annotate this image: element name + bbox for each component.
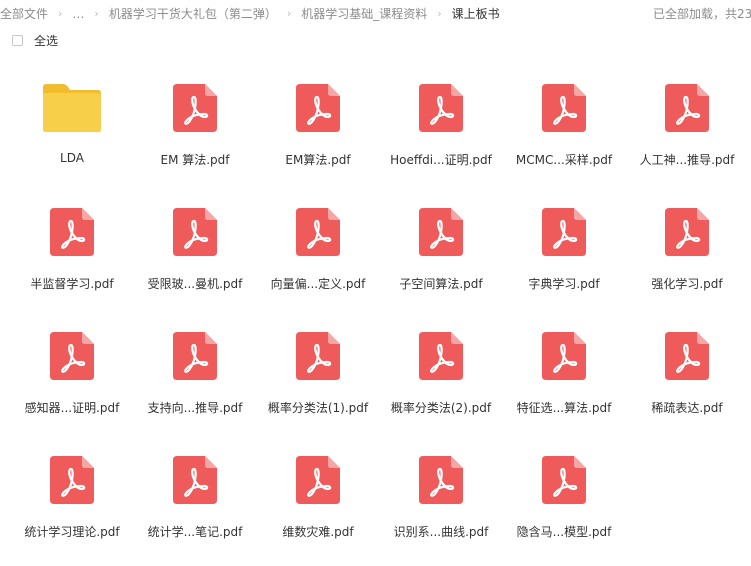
file-name: 稀疏表达.pdf xyxy=(651,401,723,415)
file-name: Hoeffdi...证明.pdf xyxy=(390,153,492,167)
file-item[interactable]: 隐含马...模型.pdf xyxy=(505,456,623,566)
pdf-file-icon xyxy=(665,208,709,256)
file-name: LDA xyxy=(60,151,84,165)
file-item[interactable]: 半监督学习.pdf xyxy=(13,208,131,318)
pdf-file-icon xyxy=(542,208,586,256)
pdf-file-icon xyxy=(665,84,709,132)
file-item[interactable]: 概率分类法(2).pdf xyxy=(382,332,500,442)
file-item[interactable]: 向量偏...定义.pdf xyxy=(259,208,377,318)
file-name: EM算法.pdf xyxy=(285,153,351,167)
file-item[interactable]: 受限玻...曼机.pdf xyxy=(136,208,254,318)
pdf-file-icon xyxy=(173,208,217,256)
file-item[interactable]: 子空间算法.pdf xyxy=(382,208,500,318)
file-item[interactable]: 统计学...笔记.pdf xyxy=(136,456,254,566)
pdf-file-icon xyxy=(296,456,340,504)
file-grid: LDA EM 算法.pdf EM算法.pdf Hoeffdi...证明.pdf … xyxy=(0,0,751,566)
file-name: MCMC...采样.pdf xyxy=(515,153,613,167)
file-name: 字典学习.pdf xyxy=(528,277,600,291)
file-name: 隐含马...模型.pdf xyxy=(516,525,612,539)
pdf-file-icon xyxy=(542,456,586,504)
file-item[interactable]: 支持向...推导.pdf xyxy=(136,332,254,442)
pdf-file-icon xyxy=(419,208,463,256)
file-name: 识别系...曲线.pdf xyxy=(393,525,489,539)
file-item[interactable]: 强化学习.pdf xyxy=(628,208,746,318)
file-name: 半监督学习.pdf xyxy=(30,277,114,291)
file-item[interactable]: Hoeffdi...证明.pdf xyxy=(382,84,500,194)
file-name: 受限玻...曼机.pdf xyxy=(147,277,243,291)
pdf-file-icon xyxy=(296,332,340,380)
file-item[interactable]: 特征选...算法.pdf xyxy=(505,332,623,442)
pdf-file-icon xyxy=(173,84,217,132)
file-name: 子空间算法.pdf xyxy=(399,277,483,291)
file-name: 统计学习理论.pdf xyxy=(24,525,120,539)
pdf-file-icon xyxy=(419,456,463,504)
file-name: 统计学...笔记.pdf xyxy=(147,525,243,539)
file-name: 特征选...算法.pdf xyxy=(516,401,612,415)
file-name: 感知器...证明.pdf xyxy=(24,401,120,415)
file-name: EM 算法.pdf xyxy=(160,153,230,167)
file-name: 向量偏...定义.pdf xyxy=(270,277,366,291)
file-item[interactable]: 人工神...推导.pdf xyxy=(628,84,746,194)
pdf-file-icon xyxy=(50,208,94,256)
file-name: 维数灾难.pdf xyxy=(282,525,354,539)
file-item[interactable]: 感知器...证明.pdf xyxy=(13,332,131,442)
file-name: 支持向...推导.pdf xyxy=(147,401,243,415)
pdf-file-icon xyxy=(665,332,709,380)
file-item[interactable]: 统计学习理论.pdf xyxy=(13,456,131,566)
pdf-file-icon xyxy=(296,84,340,132)
pdf-file-icon xyxy=(173,456,217,504)
file-item[interactable]: 概率分类法(1).pdf xyxy=(259,332,377,442)
pdf-file-icon xyxy=(419,332,463,380)
folder-item[interactable]: LDA xyxy=(13,84,131,194)
file-item[interactable]: EM算法.pdf xyxy=(259,84,377,194)
file-item[interactable]: 维数灾难.pdf xyxy=(259,456,377,566)
file-name: 概率分类法(2).pdf xyxy=(390,401,492,415)
pdf-file-icon xyxy=(419,84,463,132)
file-item[interactable]: EM 算法.pdf xyxy=(136,84,254,194)
file-item[interactable]: 识别系...曲线.pdf xyxy=(382,456,500,566)
pdf-file-icon xyxy=(50,456,94,504)
file-item[interactable]: 稀疏表达.pdf xyxy=(628,332,746,442)
folder-icon xyxy=(43,84,101,132)
pdf-file-icon xyxy=(296,208,340,256)
file-name: 概率分类法(1).pdf xyxy=(267,401,369,415)
file-item[interactable]: MCMC...采样.pdf xyxy=(505,84,623,194)
file-name: 强化学习.pdf xyxy=(651,277,723,291)
file-item[interactable]: 字典学习.pdf xyxy=(505,208,623,318)
pdf-file-icon xyxy=(542,84,586,132)
pdf-file-icon xyxy=(50,332,94,380)
pdf-file-icon xyxy=(542,332,586,380)
file-name: 人工神...推导.pdf xyxy=(639,153,735,167)
pdf-file-icon xyxy=(173,332,217,380)
